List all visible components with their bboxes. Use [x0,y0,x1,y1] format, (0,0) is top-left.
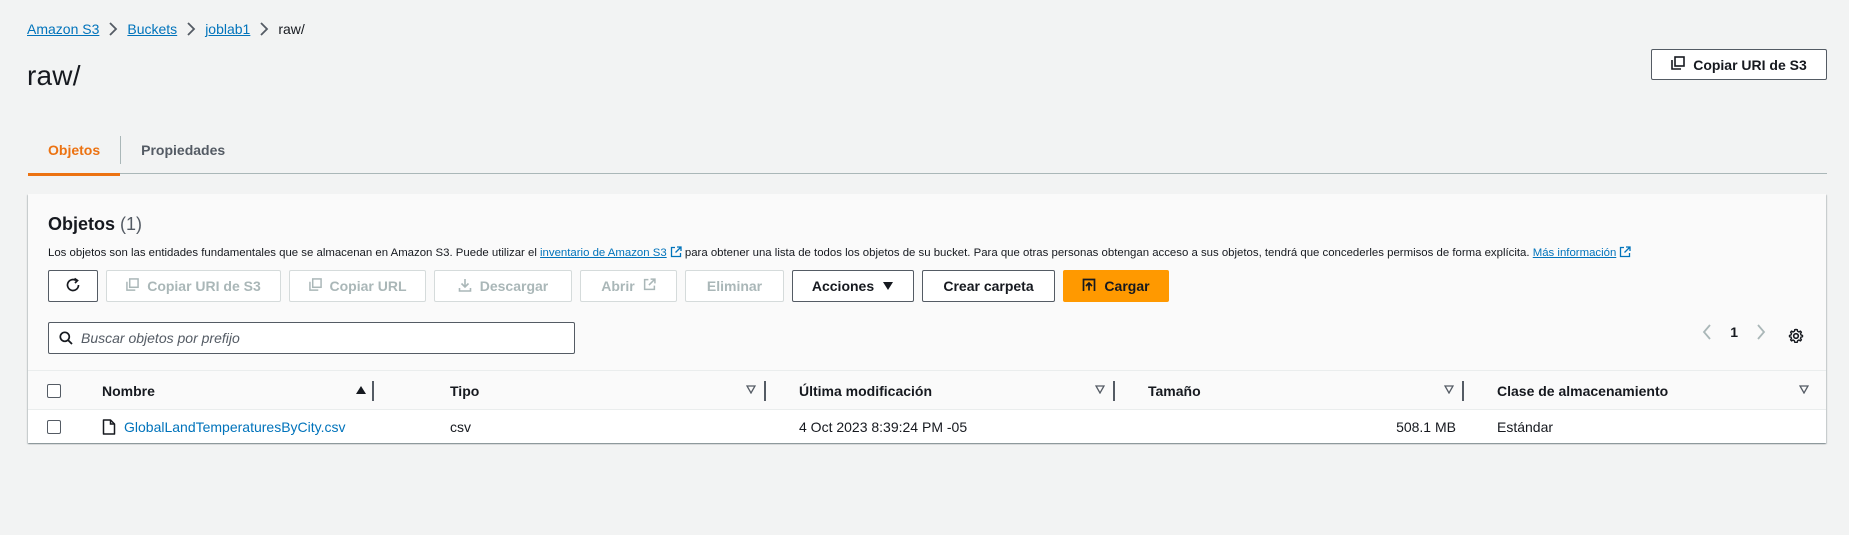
tab-properties[interactable]: Propiedades [121,126,245,174]
column-header-size[interactable]: Tamaño [1148,371,1464,411]
column-last-modified-label: Última modificación [799,383,933,399]
objects-count: (1) [120,214,143,234]
breadcrumb-buckets[interactable]: Buckets [127,21,177,37]
chevron-right-icon [99,20,127,38]
create-folder-button[interactable]: Crear carpeta [922,270,1055,302]
copy-icon [308,278,322,294]
column-size-label: Tamaño [1148,383,1201,399]
external-link-icon [643,278,656,294]
sort-icon[interactable] [1799,385,1809,394]
select-all-cell [47,371,77,411]
current-page-number[interactable]: 1 [1730,324,1738,340]
breadcrumb: Amazon S3 Buckets joblab1 raw/ [27,20,305,38]
objects-table-header: Nombre Tipo Última modificación Tamaño C… [28,370,1826,410]
external-link-icon [1619,246,1631,261]
page-title: raw/ [27,60,81,91]
refresh-button[interactable] [48,270,98,302]
cell-last-modified: 4 Oct 2023 8:39:24 PM -05 [799,418,968,435]
cell-size: 508.1 MB [1396,418,1456,435]
upload-button[interactable]: Cargar [1063,270,1169,302]
row-select-cell [47,410,77,443]
tab-list: Objetos Propiedades [28,126,1827,176]
objects-panel: Objetos (1) Los objetos son las entidade… [28,194,1826,443]
download-label: Descargar [479,278,549,294]
actions-dropdown[interactable]: Acciones [792,270,914,302]
external-link-icon [670,246,682,261]
column-resizer[interactable] [764,381,766,401]
tab-objects[interactable]: Objetos [28,126,121,176]
sort-icon[interactable] [1444,385,1454,394]
next-page-button[interactable] [1756,324,1766,340]
search-icon [59,331,73,345]
column-type-label: Tipo [450,383,480,399]
cell-type: csv [450,418,471,435]
sort-icon[interactable] [1095,385,1105,394]
search-box [48,322,575,354]
search-input[interactable] [81,330,574,346]
description-text-1: Los objetos son las entidades fundamenta… [48,247,537,259]
copy-url-button[interactable]: Copiar URL [289,270,426,302]
sort-ascending-icon[interactable] [356,386,366,394]
file-icon [102,418,116,435]
copy-s3-uri-label: Copiar URI de S3 [1693,56,1807,73]
preferences-gear-icon[interactable] [1788,328,1804,344]
column-name-label: Nombre [102,383,155,399]
copy-s3-uri-toolbar-label: Copiar URI de S3 [147,278,261,294]
column-storage-class-label: Clase de almacenamiento [1497,383,1669,399]
column-header-storage-class[interactable]: Clase de almacenamiento [1497,371,1817,411]
breadcrumb-amazon-s3[interactable]: Amazon S3 [27,21,99,37]
upload-icon [1082,278,1096,295]
column-header-type[interactable]: Tipo [450,371,766,411]
select-all-checkbox[interactable] [47,384,61,398]
column-header-last-modified[interactable]: Última modificación [799,371,1115,411]
copy-s3-uri-button[interactable]: Copiar URI de S3 [1651,49,1827,80]
objects-panel-header: Objetos (1) Los objetos son las entidade… [28,194,1826,370]
create-folder-label: Crear carpeta [943,278,1034,294]
open-label: Abrir [601,278,635,294]
description-text-2: para obtener una lista de todos los obje… [684,247,1530,259]
learn-more-link[interactable]: Más información [1533,247,1617,259]
breadcrumb-current: raw/ [278,21,305,37]
chevron-right-icon [250,20,278,38]
open-button[interactable]: Abrir [580,270,677,302]
pagination: 1 [1702,324,1766,340]
delete-button[interactable]: Eliminar [685,270,784,302]
cell-storage-class: Estándar [1497,418,1554,435]
column-resizer[interactable] [1113,381,1115,401]
download-icon [458,278,472,295]
row-checkbox[interactable] [47,419,61,434]
copy-icon [1671,56,1686,73]
column-resizer[interactable] [372,381,374,401]
s3-inventory-link[interactable]: inventario de Amazon S3 [540,247,667,259]
refresh-icon [65,277,81,296]
breadcrumb-bucket-joblab1[interactable]: joblab1 [205,21,250,37]
cell-name: GlobalLandTemperaturesByCity.csv [102,410,432,443]
object-name-link[interactable]: GlobalLandTemperaturesByCity.csv [124,419,346,435]
column-header-name[interactable]: Nombre [102,371,374,411]
download-button[interactable]: Descargar [434,270,572,302]
delete-label: Eliminar [706,278,763,294]
column-resizer[interactable] [1462,381,1464,401]
copy-s3-uri-toolbar-button[interactable]: Copiar URI de S3 [106,270,281,302]
sort-icon[interactable] [746,385,756,394]
objects-description: Los objetos son las entidades fundamenta… [48,246,1631,261]
caret-down-icon [882,278,894,294]
chevron-right-icon [177,20,205,38]
actions-label: Acciones [811,278,875,294]
objects-title-text: Objetos [48,214,116,234]
previous-page-button[interactable] [1702,324,1712,340]
objects-toolbar: Copiar URI de S3 Copiar URL Descargar Ab… [48,270,1177,302]
copy-icon [126,278,140,294]
upload-label: Cargar [1104,278,1150,294]
objects-panel-title: Objetos (1) [48,214,142,235]
table-row: GlobalLandTemperaturesByCity.csv csv 4 O… [28,410,1826,443]
copy-url-label: Copiar URL [329,278,407,294]
